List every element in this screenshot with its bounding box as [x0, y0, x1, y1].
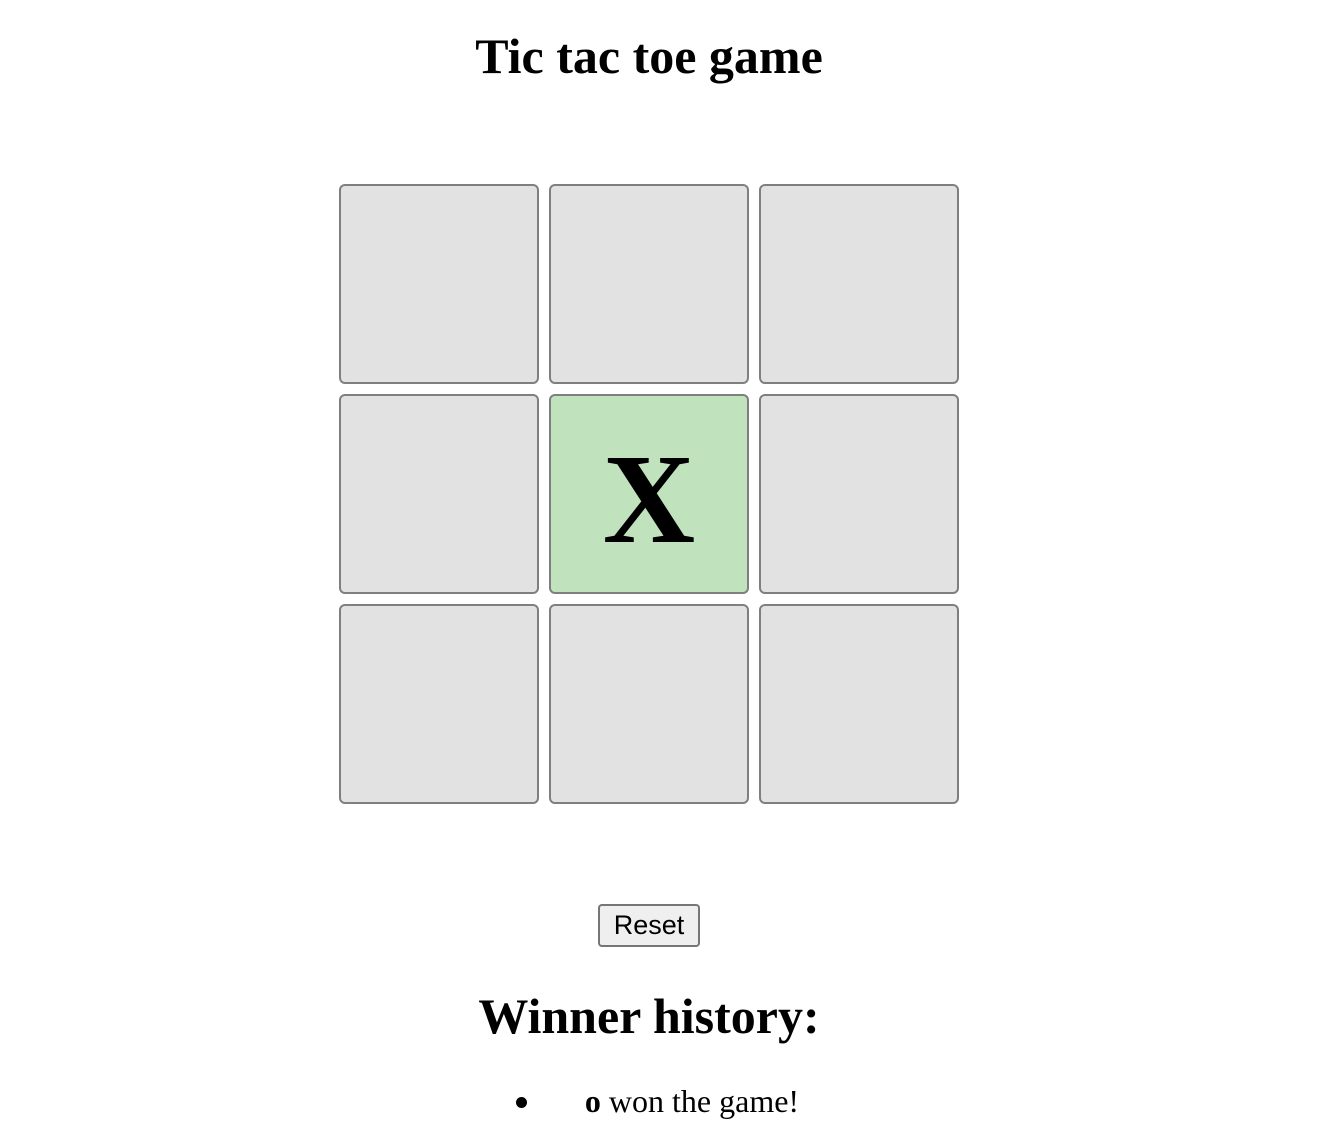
winner-history-list: o won the game! — [0, 1080, 1298, 1122]
cell-mark: X — [602, 428, 696, 570]
board-cell-5[interactable]: X — [549, 394, 749, 594]
board-cell-8[interactable] — [549, 604, 749, 804]
winner-text: won the game! — [600, 1083, 800, 1119]
winner-name: o — [584, 1083, 601, 1119]
board-cell-2[interactable] — [549, 184, 749, 384]
game-board: X — [339, 184, 959, 804]
board-cell-6[interactable] — [759, 394, 959, 594]
bullet-icon — [515, 1097, 527, 1108]
page-title: Tic tac toe game — [475, 28, 823, 84]
board-cell-7[interactable] — [339, 604, 539, 804]
board-cell-1[interactable] — [339, 184, 539, 384]
board-cell-4[interactable] — [339, 394, 539, 594]
list-item: o won the game! — [499, 1080, 799, 1122]
board-cell-9[interactable] — [759, 604, 959, 804]
reset-button[interactable]: Reset — [598, 904, 700, 947]
board-cell-3[interactable] — [759, 184, 959, 384]
winner-history-title: Winner history: — [478, 988, 820, 1044]
